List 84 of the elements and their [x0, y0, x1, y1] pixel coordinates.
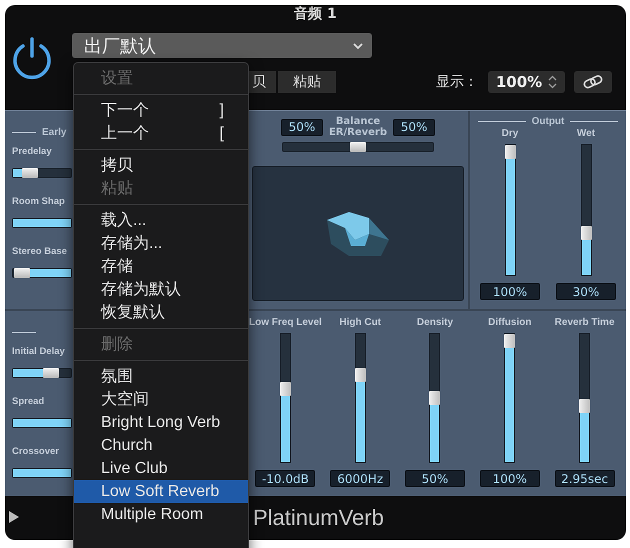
- slider-label: Crossover: [12, 445, 59, 459]
- paste-button[interactable]: 粘贴: [278, 71, 336, 93]
- menu-item[interactable]: 存储: [74, 255, 248, 278]
- slider-fill: [13, 219, 71, 227]
- value-field[interactable]: 2.95sec: [554, 470, 615, 487]
- slider-fill: [13, 419, 71, 427]
- display-label: 显示：: [436, 73, 478, 91]
- menu-item[interactable]: 恢复默认: [74, 301, 248, 324]
- power-icon[interactable]: [11, 36, 53, 80]
- menu-item[interactable]: 大空间: [74, 388, 248, 411]
- section-title: Output: [532, 116, 564, 127]
- fader-thumb[interactable]: [280, 382, 291, 396]
- menu-item[interactable]: 下一个 ]: [74, 99, 248, 122]
- menu-item[interactable]: Bright Long Verb: [74, 411, 248, 434]
- menu-item[interactable]: 上一个 [: [74, 122, 248, 145]
- slider-track[interactable]: [12, 268, 72, 278]
- menu-item[interactable]: 载入...: [74, 209, 248, 232]
- menu-item[interactable]: 拷贝: [74, 154, 248, 177]
- slider-track[interactable]: [12, 168, 72, 178]
- value-field[interactable]: 100%: [480, 470, 540, 487]
- fader-label: Low Freq Level: [248, 316, 322, 330]
- stepper-icon: [548, 75, 558, 89]
- zoom-stepper[interactable]: 100%: [488, 71, 565, 93]
- fader-track[interactable]: [429, 333, 440, 463]
- slider-label: Room Shap: [12, 195, 65, 209]
- slider-label: Spread: [12, 395, 44, 409]
- slider-thumb[interactable]: [350, 142, 366, 152]
- fader-track[interactable]: [504, 333, 516, 463]
- menu-item[interactable]: 氛围: [74, 365, 248, 388]
- slider-fill: [13, 469, 71, 477]
- fader-track[interactable]: [354, 333, 366, 463]
- fader-label: Reverb Time: [554, 316, 614, 330]
- fader-track[interactable]: [280, 333, 291, 463]
- menu-item[interactable]: Church: [74, 434, 248, 457]
- preset-dropdown[interactable]: 出厂默认: [72, 33, 372, 58]
- slider-label: Predelay: [12, 145, 52, 159]
- value-field[interactable]: 50%: [393, 118, 436, 136]
- slider-track[interactable]: [282, 142, 434, 152]
- fader-thumb[interactable]: [429, 391, 440, 405]
- menu-item[interactable]: 存储为默认: [74, 278, 248, 301]
- value-field[interactable]: 6000Hz: [330, 470, 390, 487]
- fader-thumb[interactable]: [504, 145, 516, 159]
- link-button[interactable]: [574, 71, 612, 93]
- menu-item[interactable]: 存储为...: [74, 232, 248, 255]
- value-field[interactable]: 30%: [556, 283, 616, 300]
- play-icon: [9, 511, 19, 523]
- section-title: Early: [42, 126, 66, 138]
- balance-title: Balance: [336, 116, 380, 127]
- fader-track[interactable]: [579, 333, 590, 463]
- chevron-icon: [352, 42, 364, 50]
- play-button[interactable]: [9, 511, 21, 525]
- slider-track[interactable]: [12, 418, 72, 428]
- slider-thumb[interactable]: [42, 368, 59, 378]
- slider-track[interactable]: [12, 368, 72, 378]
- fader-label: Diffusion: [488, 316, 532, 330]
- value-field[interactable]: 50%: [404, 470, 465, 487]
- fader-thumb[interactable]: [354, 368, 366, 382]
- menu-item[interactable]: Multiple Room: [74, 503, 248, 526]
- fader-thumb[interactable]: [504, 334, 516, 348]
- fader-thumb[interactable]: [579, 398, 590, 413]
- value-field[interactable]: -10.0dB: [255, 470, 316, 487]
- fader-label: Wet: [576, 127, 596, 141]
- slider-track[interactable]: [12, 468, 72, 478]
- room-shape-drawing: [325, 210, 391, 258]
- window-title: 音频 1: [294, 5, 337, 23]
- fader-thumb[interactable]: [580, 226, 592, 240]
- fader-label: Density: [416, 316, 454, 330]
- value-field[interactable]: 100%: [480, 283, 540, 300]
- slider-label: Initial Delay: [12, 345, 65, 359]
- fader-label: High Cut: [339, 316, 382, 330]
- fader-track[interactable]: [504, 144, 516, 276]
- balance-subtitle: ER/Reverb: [328, 127, 388, 138]
- menu-item[interactable]: Live Club: [74, 457, 248, 480]
- slider-track[interactable]: [12, 218, 72, 228]
- value-field[interactable]: 50%: [280, 118, 323, 136]
- slider-fill: [30, 269, 71, 277]
- slider-label: Stereo Base: [12, 245, 67, 259]
- fader-track[interactable]: [580, 144, 592, 276]
- fader-label: Dry: [502, 127, 518, 141]
- link-icon: [582, 75, 604, 89]
- menu-item[interactable]: Low Soft Reverb: [74, 480, 248, 503]
- slider-thumb[interactable]: [14, 268, 30, 278]
- slider-thumb[interactable]: [22, 168, 38, 178]
- plugin-name: PlatinumVerb: [253, 505, 384, 531]
